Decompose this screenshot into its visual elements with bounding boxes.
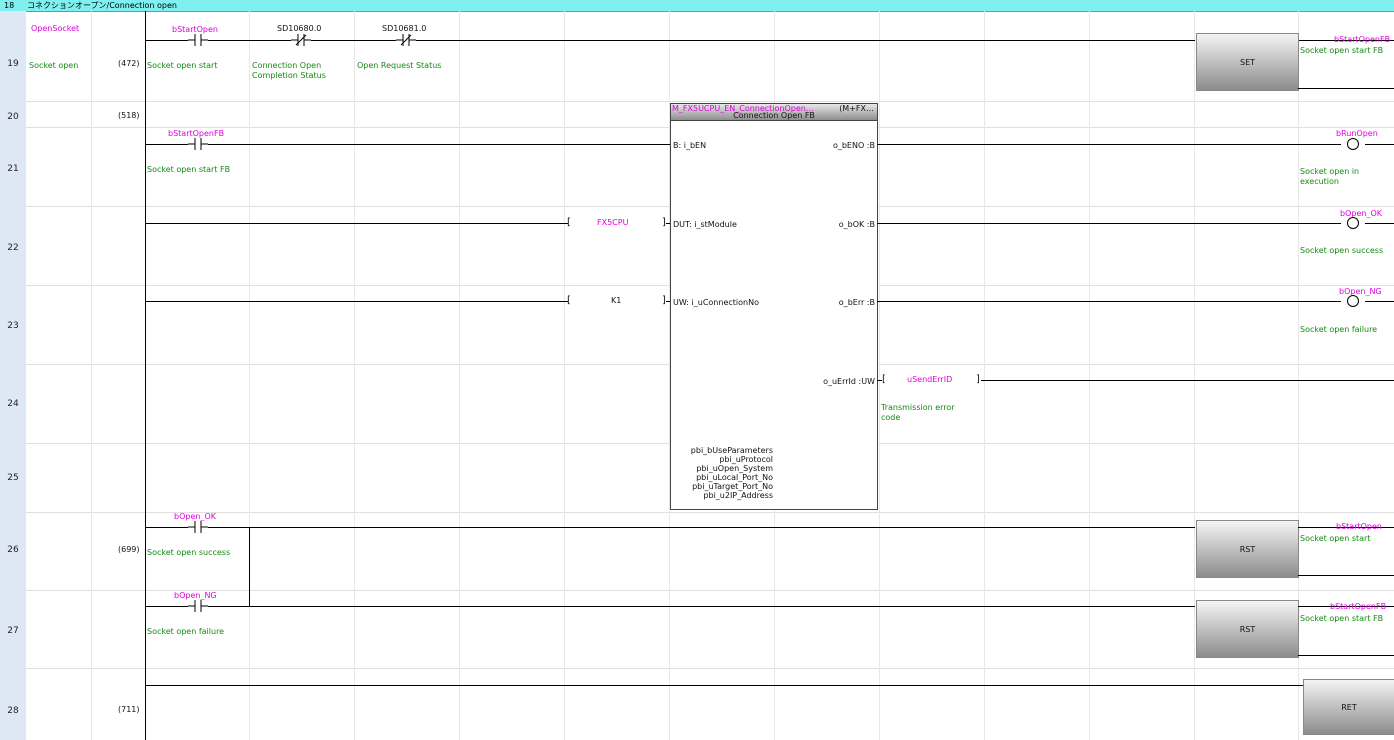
fb-input-connno: UW: i_uConnectionNo (673, 298, 759, 307)
operand-bracket: ] (976, 374, 980, 385)
fb-output-ok: o_bOK :B (838, 220, 875, 229)
ladder-header: 18 コネクションオープン/Connection open (0, 0, 1394, 12)
coil-device[interactable]: bStartOpenFB (1334, 35, 1390, 45)
operand-module[interactable]: FX5CPU (597, 218, 628, 228)
fb-parameter: pbi_bUseParameters (690, 446, 773, 455)
operand-comment: code (881, 413, 901, 422)
rst-instruction[interactable]: RST (1196, 600, 1299, 658)
statement-comment[interactable]: Socket open (29, 61, 78, 71)
connection-open-fb[interactable]: M_FX5UCPU_EN_ConnectionOpen… (M+FX… Conn… (670, 103, 878, 510)
contact-comment: Open Request Status (357, 61, 442, 70)
no-contact-icon[interactable] (188, 34, 208, 46)
fb-parameter: pbi_uProtocol (719, 455, 773, 464)
row-number[interactable]: 26 (0, 544, 26, 556)
row-number[interactable]: 21 (0, 163, 26, 175)
coil-comment: Socket open success (1300, 246, 1384, 255)
fb-parameter: pbi_uTarget_Port_No (692, 482, 773, 491)
rst-instruction[interactable]: RST (1196, 520, 1299, 578)
nc-contact-icon[interactable] (291, 34, 311, 46)
step-number: (699) (118, 545, 140, 554)
coil-comment: Socket open in (1300, 167, 1360, 176)
coil-icon[interactable] (1341, 295, 1365, 307)
contact-device-sd10681[interactable]: SD10681.0 (382, 24, 426, 34)
coil-icon[interactable] (1341, 138, 1365, 150)
row-number[interactable]: 24 (0, 398, 26, 410)
coil-comment: Socket open failure (1300, 325, 1378, 334)
fb-parameter: pbi_uLocal_Port_No (696, 473, 773, 482)
contact-comment: Socket open success (147, 548, 231, 557)
coil-device[interactable]: bStartOpen (1336, 522, 1382, 532)
ret-instruction[interactable]: RET (1303, 679, 1394, 735)
no-contact-icon[interactable] (188, 600, 208, 612)
row-number[interactable]: 20 (0, 111, 26, 123)
header-row-number: 18 (4, 1, 15, 10)
fb-parameter: pbi_u2IP_Address (703, 491, 773, 500)
row-number[interactable]: 25 (0, 472, 26, 484)
row-number[interactable]: 19 (0, 58, 26, 70)
operand-errid[interactable]: uSendErrID (907, 375, 952, 385)
statement-label[interactable]: OpenSocket (31, 24, 79, 34)
coil-comment: execution (1300, 177, 1339, 186)
operand-bracket: [ (882, 374, 886, 385)
coil-comment: Socket open start FB (1300, 614, 1384, 623)
set-instruction[interactable]: SET (1196, 33, 1299, 91)
no-contact-icon[interactable] (188, 138, 208, 150)
contact-comment: Socket open start (147, 61, 218, 70)
fb-parameter: pbi_uOpen_System (696, 464, 773, 473)
fb-input-module: DUT: i_stModule (673, 220, 737, 229)
row-number[interactable]: 28 (0, 705, 26, 717)
operand-comment: Transmission error (881, 403, 955, 412)
step-number: (711) (118, 705, 140, 714)
coil-icon[interactable] (1341, 217, 1365, 229)
coil-device[interactable]: bStartOpenFB (1330, 602, 1386, 612)
step-number: (472) (118, 59, 140, 68)
contact-device-sd10680[interactable]: SD10680.0 (277, 24, 321, 34)
fb-output-errid: o_uErrId :UW (823, 377, 875, 386)
no-contact-icon[interactable] (188, 521, 208, 533)
fb-title: Connection Open FB (733, 111, 815, 120)
operand-connno[interactable]: K1 (611, 296, 621, 306)
fb-input-en: B: i_bEN (673, 141, 707, 150)
nc-contact-icon[interactable] (396, 34, 416, 46)
fb-header: M_FX5UCPU_EN_ConnectionOpen… (M+FX… Conn… (671, 104, 877, 121)
step-number: (518) (118, 111, 140, 120)
operand-bracket: [ (567, 295, 571, 306)
row-number[interactable]: 27 (0, 625, 26, 637)
coil-comment: Socket open start FB (1300, 46, 1384, 55)
operand-bracket: [ (567, 217, 571, 228)
coil-comment: Socket open start (1300, 534, 1371, 543)
row-number[interactable]: 23 (0, 320, 26, 332)
row-number[interactable]: 22 (0, 242, 26, 254)
fb-output-err: o_bErr :B (838, 298, 875, 307)
or-branch-wire (249, 527, 250, 606)
contact-comment: Socket open start FB (147, 165, 231, 174)
fb-output-eno: o_bENO :B (832, 141, 875, 150)
left-power-rail (145, 11, 146, 740)
contact-comment: Socket open failure (147, 627, 225, 636)
contact-comment: Connection Open (252, 61, 322, 70)
fb-parameter-list: pbi_bUseParameters pbi_uProtocol pbi_uOp… (673, 446, 773, 500)
header-title: コネクションオープン/Connection open (27, 1, 177, 10)
contact-comment: Completion Status (252, 71, 326, 80)
